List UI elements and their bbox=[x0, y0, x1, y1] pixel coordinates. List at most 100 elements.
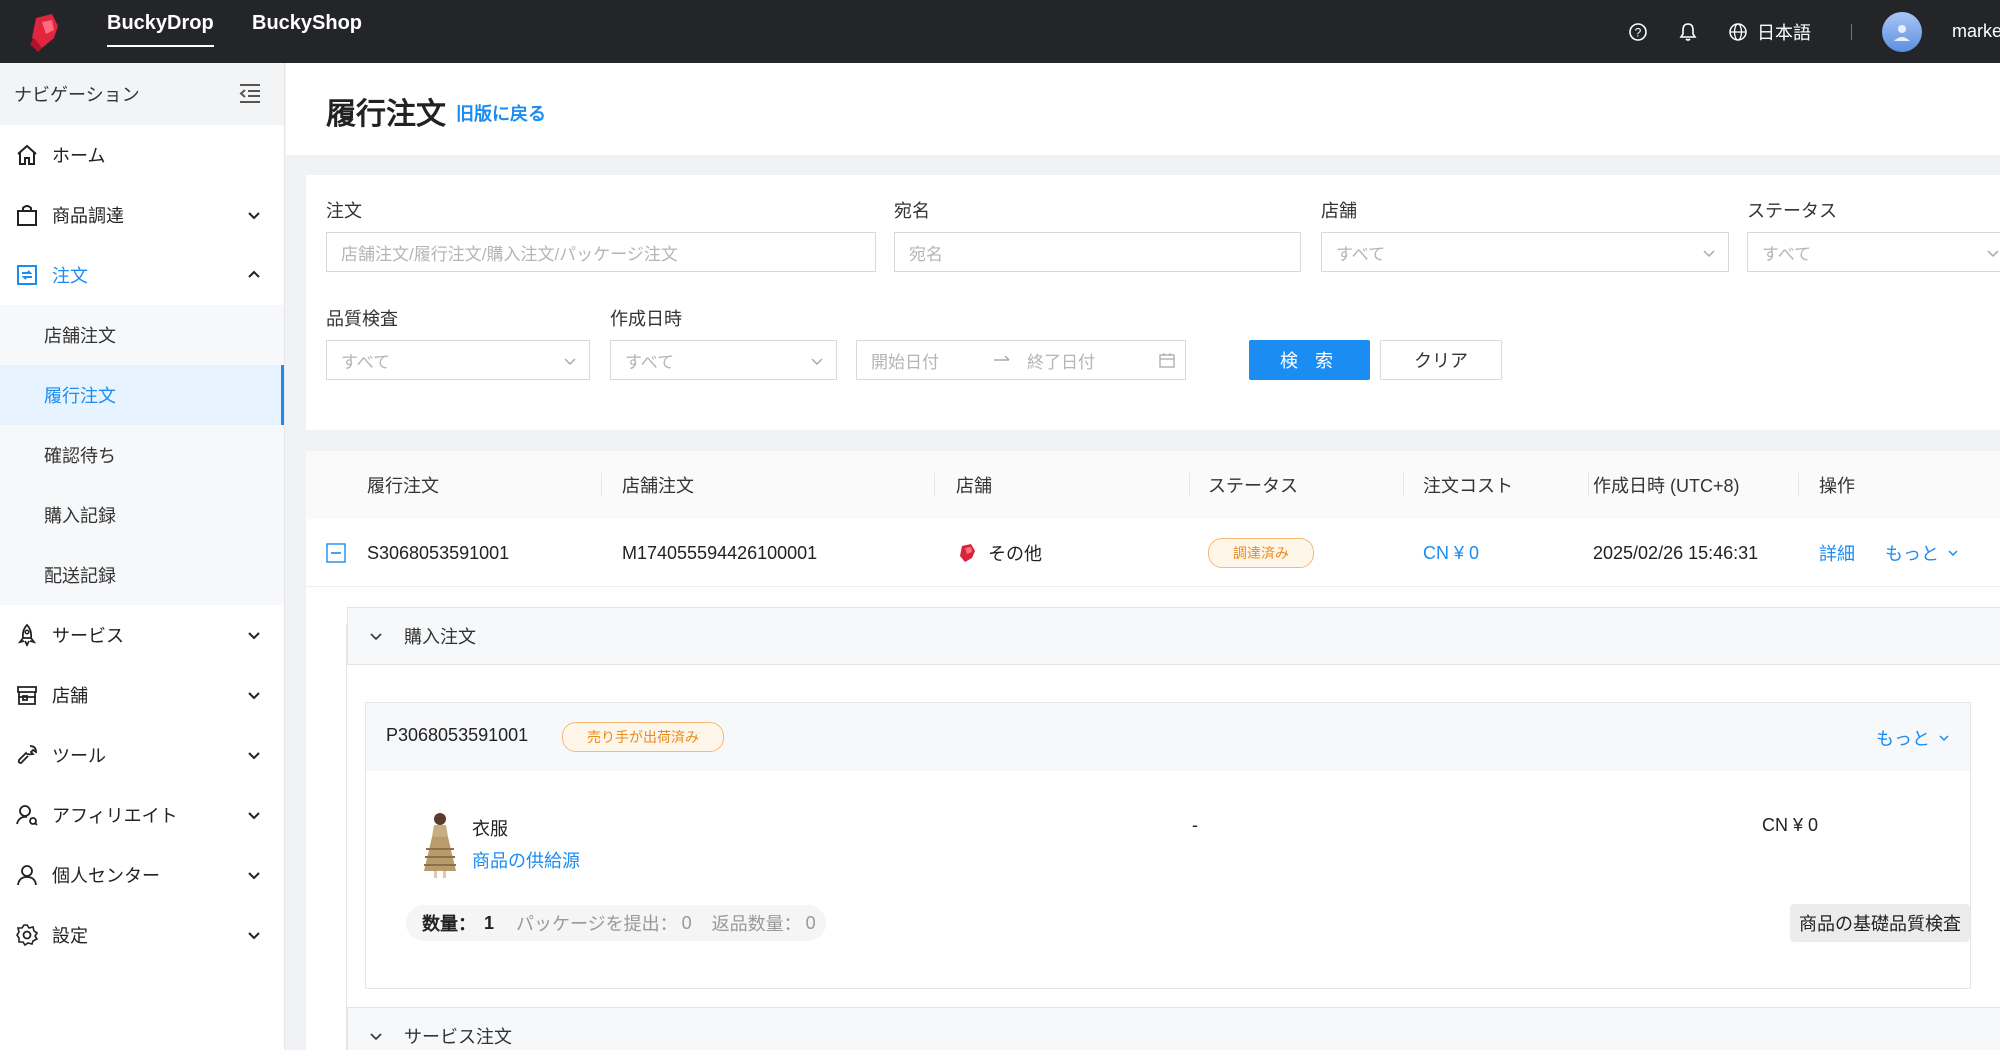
table-row: S3068053591001 M174055594426100001 その他 調… bbox=[306, 519, 2000, 587]
search-button[interactable]: 検 索 bbox=[1249, 340, 1370, 380]
chevron-down-icon bbox=[1702, 245, 1716, 259]
return-quantity-label: 返品数量： bbox=[711, 914, 802, 934]
main-content: 履行注文 旧版に戻る 注文 店舗注文/履行注文/購入注文/パッケージ注文 宛名 … bbox=[286, 63, 2000, 1050]
bell-icon[interactable] bbox=[1677, 21, 1699, 43]
column-header: 店舗 bbox=[956, 476, 992, 496]
sidebar: ナビゲーション ホーム 商品調達 注文 店舗注文 履行注文 確認待ち 購入記録 … bbox=[0, 63, 285, 1050]
purchase-status-cell: 売り手が出荷済み bbox=[562, 722, 724, 752]
sidebar-item-pending-confirmation[interactable]: 確認待ち bbox=[0, 425, 284, 485]
sidebar-item-personal-center[interactable]: 個人センター bbox=[0, 845, 284, 905]
chevron-down-icon bbox=[1938, 732, 1950, 744]
column-divider bbox=[1403, 473, 1404, 497]
sidebar-item-orders[interactable]: 注文 bbox=[0, 245, 284, 305]
order-filter-label: 注文 bbox=[326, 201, 362, 221]
product-name: 衣服 bbox=[472, 819, 508, 839]
nav-header-label: ナビゲーション bbox=[14, 85, 140, 105]
start-date-input[interactable]: 開始日付 bbox=[871, 348, 939, 373]
sidebar-item-shipping-records[interactable]: 配送記録 bbox=[0, 545, 284, 605]
product-price: CN ¥ 0 bbox=[1762, 815, 1819, 835]
status-select-value: すべて bbox=[1762, 244, 1812, 264]
quality-check-select[interactable]: すべて bbox=[326, 340, 590, 380]
sidebar-item-settings[interactable]: 設定 bbox=[0, 905, 284, 965]
chevron-up-icon bbox=[246, 267, 262, 283]
help-icon[interactable]: ? bbox=[1627, 21, 1649, 43]
created-date-value: すべて bbox=[625, 352, 675, 372]
sidebar-item-store-orders[interactable]: 店舗注文 bbox=[0, 305, 284, 365]
column-divider bbox=[934, 473, 935, 497]
created-date-select[interactable]: すべて bbox=[610, 340, 837, 380]
store-logo-icon bbox=[956, 542, 978, 564]
chevron-down-icon bbox=[246, 747, 262, 763]
order-search-input[interactable]: 店舗注文/履行注文/購入注文/パッケージ注文 bbox=[326, 232, 876, 272]
more-actions-dropdown[interactable]: もっと bbox=[1885, 519, 1959, 587]
chevron-down-icon bbox=[246, 687, 262, 703]
date-range-picker[interactable]: 開始日付 終了日付 bbox=[856, 340, 1186, 380]
recipient-input[interactable]: 宛名 bbox=[894, 232, 1301, 272]
order-cost[interactable]: CN ¥ 0 bbox=[1423, 519, 1479, 587]
purchase-orders-section-header[interactable]: 購入注文 bbox=[347, 607, 2000, 665]
collapse-row-icon[interactable] bbox=[326, 519, 346, 587]
quantity-summary: 数量： 1 パッケージを提出： 0 返品数量： 0 bbox=[406, 905, 826, 941]
packages-submitted-label: パッケージを提出： bbox=[516, 914, 678, 934]
language-selector[interactable]: 日本語 bbox=[1757, 19, 1811, 45]
store-select[interactable]: すべて bbox=[1321, 232, 1729, 272]
sidebar-item-stores[interactable]: 店舗 bbox=[0, 665, 284, 725]
sidebar-item-procurement[interactable]: 商品調達 bbox=[0, 185, 284, 245]
table-header: 履行注文 店舗注文 店舗 ステータス 注文コスト 作成日時 (UTC+8) 操作 bbox=[306, 451, 2000, 519]
purchase-order-id: P3068053591001 bbox=[386, 725, 529, 745]
nav-header: ナビゲーション bbox=[0, 63, 284, 125]
chevron-down-icon bbox=[1986, 245, 2000, 259]
product-source-link[interactable]: 商品の供給源 bbox=[472, 847, 580, 873]
product-thumbnail[interactable] bbox=[406, 809, 476, 879]
clear-button[interactable]: クリア bbox=[1380, 340, 1502, 380]
sidebar-item-label: 注文 bbox=[52, 266, 88, 286]
tab-buckyshop[interactable]: BuckyShop bbox=[252, 12, 362, 35]
basic-quality-check-button[interactable]: 商品の基礎品質検査 bbox=[1790, 904, 1970, 942]
sidebar-item-home[interactable]: ホーム bbox=[0, 125, 284, 185]
page-header: 履行注文 旧版に戻る bbox=[286, 63, 2000, 155]
column-header: 注文コスト bbox=[1423, 476, 1513, 496]
chevron-down-icon bbox=[810, 353, 824, 367]
store-cell: その他 bbox=[956, 519, 1042, 587]
more-actions-dropdown[interactable]: もっと bbox=[1876, 725, 1950, 751]
quantity-label: 数量： bbox=[422, 914, 476, 934]
sidebar-item-label: ホーム bbox=[52, 146, 106, 166]
avatar[interactable] bbox=[1882, 11, 1922, 52]
chevron-down-icon bbox=[246, 207, 262, 223]
section-title: 購入注文 bbox=[404, 627, 476, 647]
column-header: 履行注文 bbox=[367, 476, 439, 496]
chevron-down-icon bbox=[368, 1028, 384, 1044]
back-to-old-version-link[interactable]: 旧版に戻る bbox=[456, 100, 546, 126]
sidebar-item-label: 店舗 bbox=[52, 686, 88, 706]
created-date-label: 作成日時 bbox=[610, 309, 682, 329]
top-right-tools: ? 日本語 marke bbox=[1627, 0, 2000, 63]
sidebar-item-tools[interactable]: ツール bbox=[0, 725, 284, 785]
sidebar-item-fulfillment-orders[interactable]: 履行注文 bbox=[0, 365, 284, 425]
orders-table: 履行注文 店舗注文 店舗 ステータス 注文コスト 作成日時 (UTC+8) 操作… bbox=[306, 451, 2000, 1050]
status-select[interactable]: すべて bbox=[1747, 232, 2000, 272]
collapse-menu-icon[interactable] bbox=[238, 82, 262, 109]
shopping-bag-icon bbox=[14, 202, 40, 228]
column-header: 店舗注文 bbox=[622, 476, 694, 496]
store-select-value: すべて bbox=[1336, 244, 1386, 264]
service-orders-section-header[interactable]: サービス注文 bbox=[347, 1007, 2000, 1050]
sidebar-item-purchase-records[interactable]: 購入記録 bbox=[0, 485, 284, 545]
brand-logo[interactable] bbox=[22, 8, 70, 56]
order-icon bbox=[14, 262, 40, 288]
filter-panel: 注文 店舗注文/履行注文/購入注文/パッケージ注文 宛名 宛名 店舗 すべて ス… bbox=[306, 175, 2000, 430]
user-name[interactable]: marke bbox=[1952, 21, 2000, 42]
end-date-input[interactable]: 終了日付 bbox=[1027, 348, 1095, 373]
home-icon bbox=[14, 142, 40, 168]
quantity-value: 1 bbox=[484, 912, 495, 933]
sidebar-item-label: 設定 bbox=[52, 926, 88, 946]
sidebar-item-services[interactable]: サービス bbox=[0, 605, 284, 665]
calendar-icon bbox=[1159, 352, 1175, 368]
recipient-filter-label: 宛名 bbox=[894, 201, 930, 221]
tab-buckydrop[interactable]: BuckyDrop bbox=[107, 12, 214, 47]
details-link[interactable]: 詳細 bbox=[1819, 519, 1855, 587]
chevron-down-icon bbox=[1947, 547, 1959, 559]
globe-icon[interactable] bbox=[1727, 21, 1749, 43]
more-label: もっと bbox=[1885, 544, 1939, 564]
packages-submitted-value: 0 bbox=[681, 912, 692, 933]
sidebar-item-affiliate[interactable]: アフィリエイト bbox=[0, 785, 284, 845]
